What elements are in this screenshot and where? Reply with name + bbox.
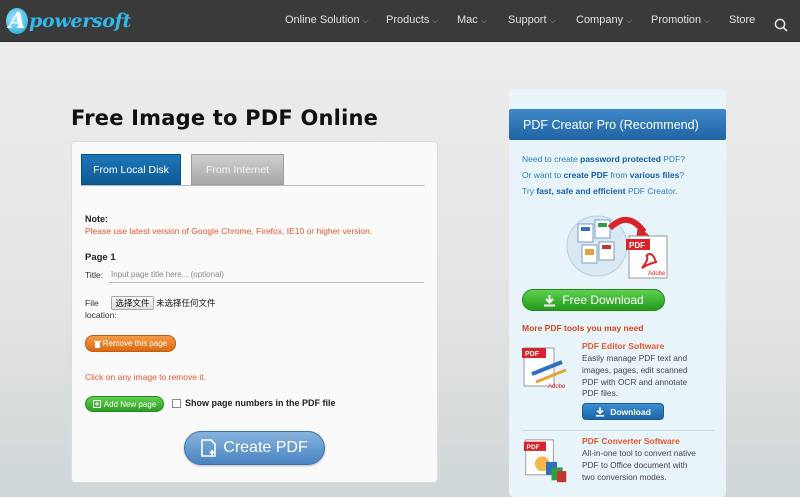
create-pdf-button[interactable]: Create PDF (184, 431, 325, 465)
pdf-editor-description: Easily manage PDF text and images, pages… (582, 353, 688, 399)
download-label: Download (610, 406, 651, 417)
download-icon (595, 407, 605, 417)
nav-item-products[interactable]: Products ⌵ (386, 14, 439, 26)
search-icon[interactable] (774, 18, 788, 32)
svg-text:Adobe: Adobe (548, 384, 566, 390)
browser-note: Please use latest version of Google Chro… (85, 226, 373, 236)
sidebar-header: PDF Creator Pro (Recommend) (509, 109, 726, 140)
pdf-editor-download-button[interactable]: Download (582, 403, 664, 420)
file-status-text: 未选择任何文件 (156, 299, 216, 309)
remove-page-button[interactable]: Remove this page (85, 335, 176, 352)
remove-hint: Click on any image to remove it. (85, 372, 206, 382)
add-page-icon (92, 400, 101, 408)
pdf-converter-icon: PDF (523, 439, 567, 483)
nav-item-promotion[interactable]: Promotion ⌵ (651, 14, 710, 26)
trash-icon (93, 340, 101, 348)
svg-text:PDF: PDF (525, 351, 540, 358)
promo-line-2: Or want to create PDF from various files… (522, 170, 685, 180)
free-download-label: Free Download (562, 293, 644, 307)
pdf-editor-title[interactable]: PDF Editor Software (582, 341, 664, 351)
pdf-creator-icon: PDF Adobe (566, 215, 668, 279)
top-nav-bar: A powersoft Online Solution ⌵ Products ⌵ M… (0, 0, 800, 42)
nav-item-store[interactable]: Store (729, 14, 755, 26)
page-number-label: Page 1 (85, 252, 116, 263)
tab-from-local-disk[interactable]: From Local Disk (81, 154, 181, 185)
chevron-down-icon: ⌵ (549, 16, 556, 25)
nav-item-mac[interactable]: Mac ⌵ (457, 14, 487, 26)
remove-page-label: Remove this page (102, 339, 168, 348)
free-download-button[interactable]: Free Download (522, 289, 665, 311)
tab-from-internet[interactable]: From Internet (191, 154, 284, 185)
download-icon (544, 294, 556, 306)
choose-file-button[interactable]: 选择文件 (111, 296, 154, 310)
more-tools-title: More PDF tools you may need (522, 323, 644, 333)
pdf-editor-icon: PDF Adobe (522, 347, 567, 390)
nav-item-support[interactable]: Support ⌵ (508, 14, 556, 26)
chevron-down-icon: ⌵ (362, 16, 369, 25)
apowersoft-logo[interactable]: A powersoft (6, 6, 131, 36)
page-title: Free Image to PDF Online (71, 106, 379, 130)
svg-text:PDF: PDF (629, 241, 645, 250)
create-pdf-icon (201, 439, 217, 457)
logo-letter: A (6, 8, 28, 34)
add-new-page-label: Add New page (103, 399, 157, 409)
chevron-down-icon: ⌵ (480, 16, 487, 25)
svg-text:Adobe: Adobe (648, 271, 666, 277)
sidebar-divider (522, 430, 715, 431)
chevron-down-icon: ⌵ (626, 16, 633, 25)
note-label: Note: (85, 214, 108, 224)
tab-divider (81, 185, 425, 186)
pdf-converter-description: All-in-one tool to convert native PDF to… (582, 448, 696, 482)
page-title-input[interactable] (109, 266, 424, 283)
title-field-label: Title: (85, 270, 104, 280)
nav-item-online-solution[interactable]: Online Solution ⌵ (285, 14, 369, 26)
create-pdf-label: Create PDF (223, 439, 308, 456)
chevron-down-icon: ⌵ (704, 16, 711, 25)
chevron-down-icon: ⌵ (432, 16, 439, 25)
logo-text: powersoft (29, 10, 132, 32)
show-page-numbers-checkbox[interactable] (172, 399, 181, 408)
promo-line-1: Need to create password protected PDF? (522, 154, 685, 164)
svg-text:PDF: PDF (527, 444, 540, 451)
show-page-numbers-label: Show page numbers in the PDF file (185, 398, 336, 408)
add-new-page-button[interactable]: Add New page (85, 396, 164, 412)
nav-item-company[interactable]: Company ⌵ (576, 14, 632, 26)
pdf-converter-title[interactable]: PDF Converter Software (582, 436, 680, 446)
promo-line-3: Try fast, safe and efficient PDF Creator… (522, 186, 678, 196)
